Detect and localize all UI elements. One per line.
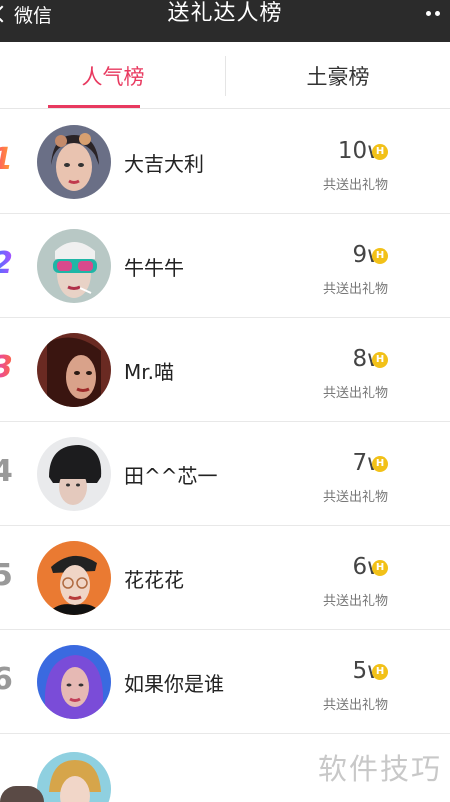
list-item[interactable]: 1 大吉大利 10w H 共送出礼物 — [0, 110, 450, 214]
coin-icon: H — [372, 560, 388, 576]
coin-icon: H — [372, 664, 388, 680]
ranking-list: 1 大吉大利 10w H 共送出礼物 2 — [0, 110, 450, 802]
rank-number: 3 — [0, 348, 14, 388]
user-name: 花花花 — [124, 568, 184, 592]
avatar — [37, 229, 111, 303]
avatar — [37, 645, 111, 719]
list-item[interactable]: 6 如果你是谁 5w H 共送出礼物 — [0, 630, 450, 734]
top-navbar: 微信 送礼达人榜 — [0, 0, 450, 42]
gift-subtitle: 共送出礼物 — [322, 386, 388, 401]
page-title: 送礼达人榜 — [167, 1, 283, 26]
gift-subtitle: 共送出礼物 — [322, 490, 388, 505]
gift-subtitle: 共送出礼物 — [322, 594, 388, 609]
rank-number: 1 — [0, 140, 14, 180]
coin-icon: H — [372, 456, 388, 472]
gift-subtitle: 共送出礼物 — [322, 178, 388, 193]
more-dot-icon — [435, 10, 440, 16]
more-menu-button[interactable] — [426, 6, 450, 20]
list-item[interactable]: 2 牛牛牛 9w H 共送出礼物 — [0, 214, 450, 318]
more-dot-icon — [426, 10, 431, 16]
watermark: 软件技巧 — [317, 752, 442, 786]
user-name: 田^^芯一 — [124, 464, 218, 488]
user-name: 如果你是谁 — [124, 672, 224, 696]
gift-subtitle: 共送出礼物 — [322, 698, 388, 713]
list-item[interactable]: 5 花花花 6w H 共送出礼物 — [0, 526, 450, 630]
rank-number: 5 — [0, 558, 13, 593]
avatar — [37, 541, 111, 615]
avatar — [37, 125, 111, 199]
user-name: 牛牛牛 — [124, 256, 184, 280]
coin-icon: H — [372, 352, 388, 368]
avatar — [37, 752, 111, 802]
rank-number: 6 — [0, 662, 13, 697]
user-name: Mr.喵 — [124, 360, 174, 384]
user-name: 大吉大利 — [124, 152, 204, 176]
tab-rich[interactable]: 土豪榜 — [226, 42, 450, 109]
tab-bar: 人气榜 土豪榜 — [0, 42, 450, 109]
bottom-avatar-peek — [0, 786, 44, 802]
active-tab-indicator — [48, 105, 140, 108]
tab-popularity[interactable]: 人气榜 — [0, 42, 226, 109]
avatar — [37, 437, 111, 511]
list-item[interactable]: 4 田^^芯一 7w H 共送出礼物 — [0, 422, 450, 526]
coin-icon: H — [372, 248, 388, 264]
list-item[interactable]: 3 Mr.喵 8w H 共送出礼物 — [0, 318, 450, 422]
avatar — [37, 333, 111, 407]
gift-subtitle: 共送出礼物 — [322, 282, 388, 297]
rank-number: 4 — [0, 454, 13, 489]
rank-number: 2 — [0, 244, 14, 284]
coin-icon: H — [372, 144, 388, 160]
